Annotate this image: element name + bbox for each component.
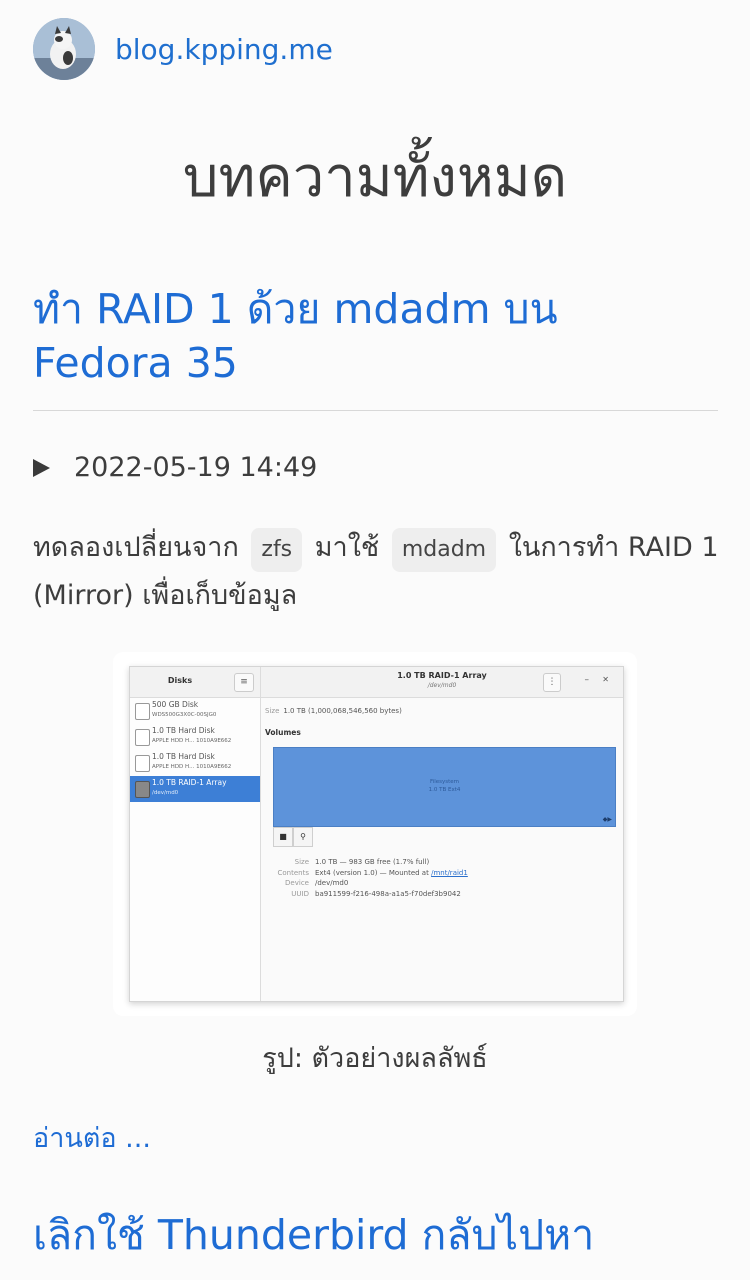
disk-icon	[135, 729, 150, 746]
volume-bar: Filesystem 1.0 TB Ext4 ◆▶	[273, 747, 616, 827]
volume-arrows-icon: ◆▶	[602, 816, 612, 823]
disks-sidebar: Disks ≡ 500 GB Disk WDS500G3X0C-00SJG0 1…	[130, 667, 261, 1001]
disks-main-pane: 1.0 TB RAID-1 Array /dev/md0 ⋮ – ✕ Size 1…	[261, 667, 623, 1001]
volume-details: Size 1.0 TB — 983 GB free (1.7% full) Con…	[267, 857, 468, 899]
disk-model: APPLE HDD H... 1010A9E662	[152, 738, 232, 744]
site-header: blog.kpping.me	[33, 18, 333, 80]
sidebar-title: Disks	[167, 676, 193, 685]
kebab-menu-icon: ⋮	[543, 673, 561, 692]
post-date-toggle[interactable]: 2022-05-19 14:49	[33, 452, 317, 483]
size-value: 1.0 TB (1,000,068,546,560 bytes)	[283, 707, 402, 715]
detail-contents-text: Ext4 (version 1.0) — Mounted at	[315, 868, 429, 877]
stop-icon: ■	[273, 827, 293, 847]
detail-key: UUID	[291, 889, 309, 898]
raid-array-icon	[135, 781, 150, 798]
detail-value: /dev/md0	[315, 879, 349, 887]
disclosure-triangle-icon[interactable]	[33, 458, 50, 477]
inline-code-mdadm: mdadm	[391, 528, 497, 572]
page: blog.kpping.me บทความทั้งหมด ทำ RAID 1 ด…	[0, 0, 750, 1280]
mount-icon: ⚲	[293, 827, 313, 847]
disk-icon	[135, 703, 150, 720]
figure-caption: รูป: ตัวอย่างผลลัพธ์	[262, 1043, 488, 1074]
post-excerpt: ทดลองเปลี่ยนจาก zfs มาใช้ mdadm ในการทำ …	[33, 524, 723, 620]
site-name-link[interactable]: blog.kpping.me	[115, 33, 333, 66]
detail-key: Device	[285, 879, 309, 887]
close-icon: ✕	[602, 675, 609, 684]
mount-point-link: /mnt/raid1	[431, 868, 468, 877]
disk-name: 500 GB Disk	[152, 700, 199, 709]
divider	[33, 410, 718, 411]
detail-value: 1.0 TB — 983 GB free (1.7% full)	[315, 858, 430, 866]
page-title: บทความทั้งหมด	[182, 145, 568, 210]
main-header: 1.0 TB RAID-1 Array /dev/md0 ⋮ – ✕	[261, 667, 623, 698]
disk-item-selected: 1.0 TB RAID-1 Array /dev/md0	[130, 776, 260, 802]
inline-code-zfs: zfs	[251, 528, 303, 572]
volume-toolbar: ■ ⚲	[273, 827, 323, 847]
disk-name: 1.0 TB Hard Disk	[152, 726, 215, 735]
disk-model: APPLE HDD H... 1010A9E662	[152, 764, 232, 770]
volume-text: Filesystem 1.0 TB Ext4	[274, 778, 615, 794]
next-post-title-link[interactable]: เลิกใช้ Thunderbird กลับไปหา	[33, 1208, 594, 1262]
disk-item: 1.0 TB Hard Disk APPLE HDD H... 1010A9E6…	[130, 750, 260, 776]
disk-name: 1.0 TB Hard Disk	[152, 752, 215, 761]
disk-item: 500 GB Disk WDS500G3X0C-00SJG0	[130, 698, 260, 724]
hamburger-menu-icon: ≡	[234, 673, 254, 692]
post-title-link[interactable]: ทำ RAID 1 ด้วย mdadm บน Fedora 35	[33, 282, 653, 390]
disks-app-window: Disks ≡ 500 GB Disk WDS500G3X0C-00SJG0 1…	[129, 666, 624, 1002]
size-line: Size 1.0 TB (1,000,068,546,560 bytes)	[265, 707, 402, 715]
disk-item: 1.0 TB Hard Disk APPLE HDD H... 1010A9E6…	[130, 724, 260, 750]
detail-row: UUID ba911599-f216-498a-a1a5-f70def3b9042	[267, 889, 468, 900]
detail-row: Device/dev/md0	[267, 878, 468, 889]
post-screenshot-image[interactable]: Disks ≡ 500 GB Disk WDS500G3X0C-00SJG0 1…	[113, 652, 637, 1016]
detail-row: Size 1.0 TB — 983 GB free (1.7% full)	[267, 857, 468, 868]
post-date: 2022-05-19 14:49	[74, 452, 318, 483]
avatar[interactable]	[33, 18, 95, 80]
volumes-label: Volumes	[265, 728, 301, 737]
window-title: 1.0 TB RAID-1 Array	[397, 671, 487, 680]
disk-icon	[135, 755, 150, 772]
size-label: Size	[265, 707, 280, 715]
excerpt-text-2: มาใช้	[314, 532, 380, 563]
sidebar-header: Disks ≡	[130, 667, 260, 698]
avatar-cat-image	[33, 18, 95, 80]
disk-name: 1.0 TB RAID-1 Array	[152, 778, 227, 787]
volume-size: 1.0 TB Ext4	[428, 787, 461, 793]
read-more-link[interactable]: อ่านต่อ ...	[33, 1116, 151, 1159]
detail-key: Size	[294, 858, 309, 866]
excerpt-text-1: ทดลองเปลี่ยนจาก	[33, 532, 239, 563]
detail-value: ba911599-f216-498a-a1a5-f70def3b9042	[315, 889, 461, 898]
disk-model: /dev/md0	[152, 790, 179, 796]
window-subtitle: /dev/md0	[427, 682, 457, 689]
volume-name: Filesystem	[429, 779, 460, 785]
minimize-icon: –	[584, 675, 590, 685]
detail-row: Contents Ext4 (version 1.0) — Mounted at …	[267, 868, 468, 879]
detail-key: Contents	[277, 868, 310, 877]
detail-value: Ext4 (version 1.0) — Mounted at /mnt/rai…	[315, 868, 468, 879]
disk-model: WDS500G3X0C-00SJG0	[152, 712, 217, 718]
